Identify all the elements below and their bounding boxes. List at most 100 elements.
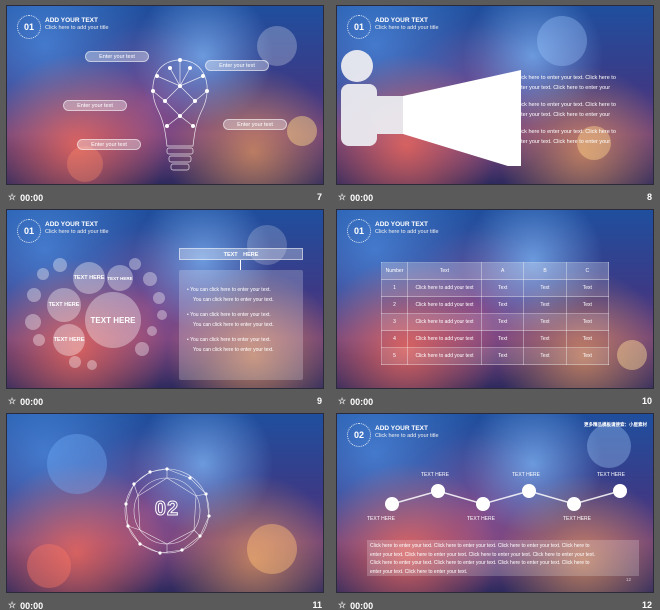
bokeh-light	[47, 434, 107, 494]
table-header-row: Number Text A B C	[381, 262, 610, 280]
timeline-node[interactable]	[522, 484, 536, 498]
slide-thumbnail-10[interactable]: 01 ADD YOUR TEXT Click here to add your …	[336, 209, 654, 411]
table-cell: Text	[565, 296, 610, 314]
table-row: 4 Click here to add your text Text Text …	[381, 330, 610, 348]
bullet-item: • You can click here to enter your text.	[187, 287, 271, 293]
timeline-node[interactable]	[567, 497, 581, 511]
bubble-text-here[interactable]: TEXT HERE	[47, 288, 81, 322]
table-header: C	[565, 262, 610, 280]
text-line: enter your text. Click here to enter you…	[515, 111, 611, 118]
timeline-node[interactable]	[385, 497, 399, 511]
section-badge: 01	[347, 15, 371, 39]
header-subtitle: Click here to add your title	[45, 229, 109, 235]
bubble-text-here[interactable]: TEXT HERE	[107, 265, 133, 291]
bubble-text-here[interactable]: TEXT HERE	[73, 262, 105, 294]
bokeh-light	[27, 544, 71, 588]
callout-pill[interactable]: Enter your text	[223, 119, 287, 130]
callout-pill[interactable]: Enter your text	[77, 139, 141, 150]
decor-circle	[153, 292, 165, 304]
star-icon: ☆	[8, 600, 17, 610]
decor-circle	[147, 326, 157, 336]
table-cell: Text	[565, 330, 610, 348]
table-cell: Click here to add your text	[407, 296, 482, 314]
table-cell: Text	[523, 330, 567, 348]
table-cell: Click here to add your text	[407, 313, 482, 331]
timeline-node[interactable]	[476, 497, 490, 511]
table-row: 1 Click here to add your text Text Text …	[381, 279, 610, 297]
slide-number: 10	[641, 396, 652, 406]
bokeh-light	[617, 340, 647, 370]
body-text: Click here to enter your text. Click her…	[515, 74, 650, 147]
callout-pill[interactable]: Enter your text	[205, 60, 269, 71]
table-row: 2 Click here to add your text Text Text …	[381, 296, 610, 314]
table-cell: Text	[523, 313, 567, 331]
bullet-item: You can click here to enter your text.	[193, 321, 274, 328]
bokeh-light	[67, 146, 103, 182]
section-badge: 01	[17, 219, 41, 243]
table-cell: 5	[381, 347, 408, 365]
slide-footer: ☆ 00:00 7	[6, 187, 324, 207]
table-cell: Text	[565, 279, 610, 297]
decor-circle	[135, 342, 149, 356]
table-header: Number	[381, 262, 408, 280]
decor-circle	[157, 310, 167, 320]
slide-thumbnail-11[interactable]: 02 ☆ 00:00 11	[6, 413, 324, 610]
slide-preview[interactable]: 01 ADD YOUR TEXT Click here to add your …	[336, 209, 654, 389]
slide-preview[interactable]: 01 ADD YOUR TEXT Click here to add your …	[6, 5, 324, 185]
timeline-node[interactable]	[431, 484, 445, 498]
bubble-text-here[interactable]: TEXT HERE	[85, 292, 141, 348]
slide-preview[interactable]: 02	[6, 413, 324, 593]
header-title: ADD YOUR TEXT	[45, 17, 98, 24]
table-row: 5 Click here to add your text Text Text …	[381, 347, 610, 365]
data-table: Number Text A B C 1 Click here to add yo…	[381, 262, 610, 365]
header-subtitle: Click here to add your title	[375, 229, 439, 235]
table-cell: Text	[480, 347, 525, 365]
decor-circle	[143, 272, 157, 286]
slide-footer: ☆ 00:00 9	[6, 391, 324, 411]
timeline-label: TEXT HERE	[467, 516, 495, 522]
slide-thumbnail-9[interactable]: 01 ADD YOUR TEXT Click here to add your …	[6, 209, 324, 411]
slide-preview[interactable]: 01 ADD YOUR TEXT Click here to add your …	[6, 209, 324, 389]
text-line: Click here to enter your text. Click her…	[515, 129, 616, 135]
callout-pill[interactable]: Enter your text	[85, 51, 149, 62]
header-title: ADD YOUR TEXT	[375, 17, 428, 24]
bullet-item: • You can click here to enter your text.	[187, 337, 271, 343]
slide-number: 12	[641, 600, 652, 610]
table-cell: Text	[565, 347, 610, 365]
text-line: enter your text. Click here to enter you…	[515, 138, 611, 145]
header-subtitle: Click here to add your title	[45, 25, 109, 31]
slide-preview[interactable]: 02 ADD YOUR TEXT Click here to add your …	[336, 413, 654, 593]
timeline-node[interactable]	[613, 484, 627, 498]
slide-thumbnail-8[interactable]: 01 ADD YOUR TEXT Click here to add your …	[336, 5, 654, 207]
text-line: enter your text. Click here to enter you…	[370, 568, 468, 575]
table-cell: Text	[480, 279, 525, 297]
table-cell: Text	[523, 279, 567, 297]
text-line: enter your text. Click here to enter you…	[370, 551, 596, 558]
lightbulb-network-icon	[151, 58, 209, 171]
table-cell: Click here to add your text	[407, 347, 482, 365]
decor-circle	[25, 314, 41, 330]
timeline-label: TEXT HERE	[512, 472, 540, 478]
star-icon: ☆	[338, 396, 347, 406]
slide-thumbnail-12[interactable]: 02 ADD YOUR TEXT Click here to add your …	[336, 413, 654, 610]
slide-thumbnail-7[interactable]: 01 ADD YOUR TEXT Click here to add your …	[6, 5, 324, 207]
slide-timer: 00:00	[350, 396, 374, 407]
table-header: Text	[407, 262, 482, 280]
text-line: enter your text. Click here to enter you…	[515, 84, 611, 91]
slide-preview[interactable]: 01 ADD YOUR TEXT Click here to add your …	[336, 5, 654, 185]
slide-number: 7	[316, 192, 322, 202]
table-cell: 1	[381, 279, 408, 297]
bubble-text-here[interactable]: TEXT HERE	[53, 324, 85, 356]
slide-number: 8	[646, 192, 652, 202]
slide-timer: 00:00	[20, 192, 44, 203]
callout-pill[interactable]: Enter your text	[63, 100, 127, 111]
star-icon: ☆	[338, 600, 347, 610]
header-subtitle: Click here to add your title	[375, 25, 439, 31]
slide-timer: 00:00	[20, 600, 44, 610]
table-header: A	[480, 262, 525, 280]
bullet-item: • You can click here to enter your text.	[187, 312, 271, 318]
bullet-item: You can click here to enter your text.	[193, 346, 274, 353]
header-title: ADD YOUR TEXT	[45, 221, 98, 228]
page-mark: 12	[625, 577, 631, 582]
table-header: B	[523, 262, 567, 280]
